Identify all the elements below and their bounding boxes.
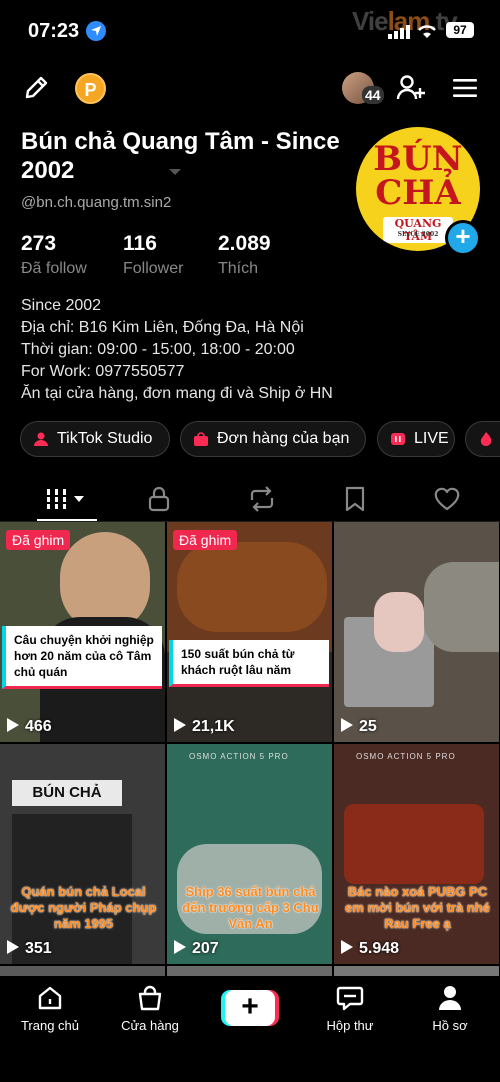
profile-bio: Since 2002 Địa chỉ: B16 Kim Liên, Đống Đ… [21,295,333,405]
video-caption: Quán bún chả Local được người Pháp chụp … [10,884,157,931]
tiktok-studio-button[interactable]: TikTok Studio [20,421,170,457]
view-count: 25 [341,718,377,736]
view-count: 5.948 [341,940,399,958]
active-tab-indicator [37,519,97,521]
friends-count: 44 [362,86,384,104]
wifi-icon [418,25,436,38]
nav-shop[interactable]: Cửa hàng [100,984,200,1033]
flame-icon [480,432,492,446]
inbox-icon [336,986,364,1011]
tab-videos[interactable] [0,474,100,522]
videos-grid-icon [47,489,84,509]
video-thumbnail[interactable]: 25 [334,522,499,742]
view-count: 21,1K [174,718,235,736]
edit-pencil-icon[interactable] [22,74,50,102]
video-thumbnail[interactable] [334,966,499,976]
video-thumbnail[interactable]: OSMO ACTION 5 PRO Bác nào xoá PUBG PC em… [334,744,499,964]
video-thumbnail[interactable] [167,966,332,976]
video-thumbnail[interactable]: Đã ghim 150 suất bún chả từ khách ruột l… [167,522,332,742]
shop-bag-icon [138,985,162,1011]
video-caption: 150 suất bún chả từ khách ruột lâu năm [169,640,329,687]
bio-line: Ăn tại cửa hàng, đơn mang đi và Ship ở H… [21,385,333,402]
order-bag-icon [194,432,208,446]
grill-image [344,804,484,884]
view-count: 351 [7,940,52,958]
arm-image [424,562,499,652]
bookmark-icon [345,486,365,512]
profile-username: @bn.ch.quang.tm.sin2 [21,194,172,211]
bio-line: For Work: 0977550577 [21,363,185,380]
heart-icon [434,487,460,511]
grilled-pork-image [177,542,327,632]
live-icon [391,433,405,445]
profile-tabs [0,474,500,522]
tab-reposts[interactable] [210,474,310,522]
video-thumbnail[interactable]: OSMO ACTION 5 PRO Ship 36 suất bún chả đ… [167,744,332,964]
camera-watermark: OSMO ACTION 5 PRO [189,752,289,761]
nav-inbox[interactable]: Hộp thư [300,984,400,1033]
chevron-down-icon[interactable] [168,167,182,177]
video-caption: Câu chuyện khởi nghiệp hơn 20 năm của cô… [2,626,162,689]
video-caption: Ship 36 suất bún chả đến trường cấp 3 Ch… [182,884,319,931]
video-caption: Bác nào xoá PUBG PC em mời bún với trà n… [345,884,490,931]
live-button[interactable]: LIVE [377,421,455,457]
bio-line: Thời gian: 09:00 - 15:00, 18:00 - 20:00 [21,341,295,358]
menu-hamburger-icon[interactable] [453,78,477,98]
battery-indicator: 97 [446,22,474,38]
stat-followers[interactable]: 116 Follower [123,232,183,278]
stat-likes[interactable]: 2.089 Thích [218,232,271,278]
video-thumbnail[interactable]: BÚN CHẢ Quán bún chả Local được người Ph… [0,744,165,964]
camera-watermark: OSMO ACTION 5 PRO [356,752,456,761]
video-grid: Đã ghim Câu chuyện khởi nghiệp hơn 20 nă… [0,522,500,976]
lock-icon [148,486,170,512]
profile-icon [439,986,461,1010]
status-bar: 07:23 Vielam.tv 97 [0,0,500,62]
stat-following[interactable]: 273 Đã follow [21,232,87,278]
nav-home[interactable]: Trang chủ [0,984,100,1033]
view-count: 207 [174,940,219,958]
video-thumbnail[interactable] [0,966,165,976]
tab-liked[interactable] [395,474,495,522]
video-thumbnail[interactable]: Đã ghim Câu chuyện khởi nghiệp hơn 20 nă… [0,522,165,742]
tab-saved[interactable] [304,474,404,522]
tab-private[interactable] [108,474,208,522]
signal-icon [388,25,410,39]
create-button[interactable]: + [221,990,279,1026]
home-icon [38,986,62,1010]
status-time: 07:23 [28,20,80,42]
add-story-button[interactable]: + [445,220,481,256]
more-pill-button[interactable] [465,421,500,457]
bottom-nav: Trang chủ Cửa hàng + Hộp thư Hồ sơ [0,976,500,1082]
shop-sign: BÚN CHẢ [12,780,122,806]
location-arrow-icon [86,21,106,41]
bio-line: Since 2002 [21,297,102,314]
coin-icon[interactable]: P [75,73,106,104]
studio-icon [34,432,48,446]
bio-line: Địa chỉ: B16 Kim Liên, Đống Đa, Hà Nội [21,319,304,336]
create-plus-icon: + [225,990,275,1026]
nav-profile[interactable]: Hồ sơ [400,984,500,1033]
view-count: 466 [7,718,52,736]
pinned-badge: Đã ghim [173,530,238,550]
add-friend-icon[interactable] [396,74,426,102]
orders-button[interactable]: Đơn hàng của bạn [180,421,366,457]
repost-icon [250,486,274,512]
meat-image [374,592,424,652]
pinned-badge: Đã ghim [6,530,71,550]
